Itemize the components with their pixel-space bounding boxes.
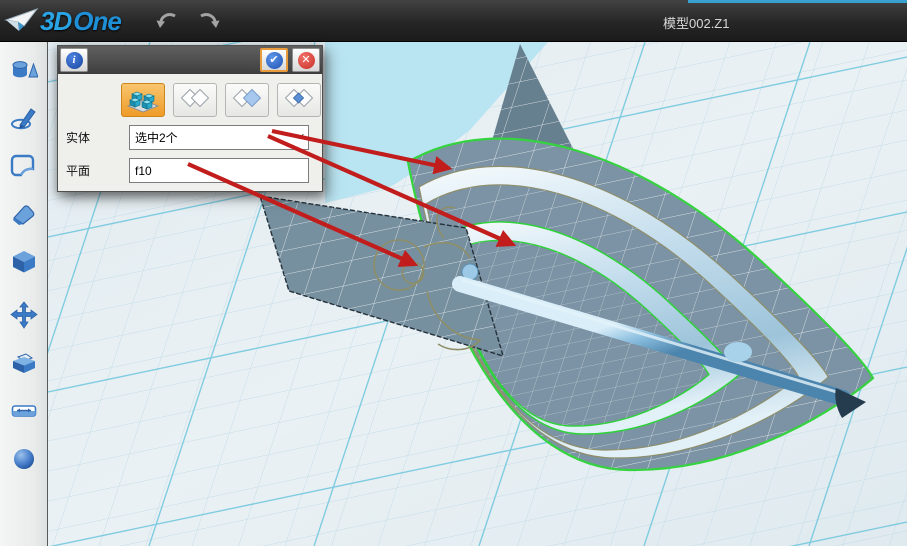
- plane-input[interactable]: [129, 158, 309, 183]
- boolean-mode-row: [121, 83, 322, 117]
- dialog-cancel-button[interactable]: ✕: [292, 48, 320, 72]
- field-row-solids: 实体 选中2个 ˅: [66, 125, 322, 150]
- combine-dialog: i ✔ ✕: [57, 45, 323, 192]
- top-accent-strip: [688, 0, 907, 3]
- mode-button-intersect[interactable]: [277, 83, 321, 117]
- feature-cube-icon: [10, 248, 38, 276]
- sidebar-item-eraser[interactable]: [0, 192, 47, 236]
- combine-base-icon: [125, 85, 161, 115]
- confirm-check-icon: ✔: [266, 52, 283, 69]
- union-icon: [178, 87, 212, 113]
- logo-text-one: One: [73, 4, 121, 38]
- sketch-surface-icon: [10, 152, 38, 180]
- dialog-titlebar: i ✔ ✕: [58, 46, 322, 74]
- primitive-solids-icon: [10, 56, 38, 84]
- dialog-confirm-button[interactable]: ✔: [260, 48, 288, 72]
- move-icon: [10, 301, 38, 329]
- material-sphere-icon: [10, 445, 38, 473]
- field-row-plane: 平面: [66, 158, 322, 183]
- sidebar-item-sketch-draw[interactable]: [0, 96, 47, 140]
- measure-icon: [10, 397, 38, 425]
- app-logo: 3D One: [4, 4, 121, 38]
- subtract-icon: [230, 87, 264, 113]
- chevron-down-icon: ˅: [295, 132, 304, 143]
- document-title: 模型002.Z1: [663, 13, 729, 32]
- solids-dropdown-value: 选中2个: [135, 129, 178, 146]
- combine-box-icon: [10, 349, 38, 377]
- title-bar: 3D One 模型002.Z1: [0, 0, 907, 42]
- sidebar-item-combine[interactable]: [0, 341, 47, 385]
- undo-icon: [155, 9, 179, 33]
- cancel-x-icon: ✕: [298, 52, 315, 69]
- sidebar-item-measure[interactable]: [0, 389, 47, 433]
- undo-button[interactable]: [152, 8, 182, 34]
- sketch-draw-icon: [10, 104, 38, 132]
- sidebar-item-material[interactable]: [0, 437, 47, 481]
- sidebar-item-move[interactable]: [0, 293, 47, 337]
- solids-dropdown[interactable]: 选中2个 ˅: [129, 125, 309, 150]
- sidebar-item-sketch-surface[interactable]: [0, 144, 47, 188]
- app-window: 3D One 模型002.Z1: [0, 0, 907, 546]
- sidebar-item-primitive-solids[interactable]: [0, 48, 47, 92]
- paper-plane-icon: [4, 4, 40, 38]
- dialog-info-button[interactable]: i: [60, 48, 88, 72]
- plane-field-label: 平面: [66, 162, 129, 179]
- intersect-icon: [282, 87, 316, 113]
- sidebar-item-feature-cube[interactable]: [0, 240, 47, 284]
- mode-button-subtract[interactable]: [225, 83, 269, 117]
- eraser-icon: [10, 200, 38, 228]
- tool-sidebar: [0, 42, 48, 546]
- solids-field-label: 实体: [66, 129, 129, 146]
- rod-bead: [724, 342, 752, 362]
- info-icon: i: [66, 52, 83, 69]
- redo-button[interactable]: [194, 8, 224, 34]
- mode-button-union[interactable]: [173, 83, 217, 117]
- mode-button-combine-base[interactable]: [121, 83, 165, 117]
- logo-text-3d: 3D: [40, 4, 71, 38]
- redo-icon: [197, 9, 221, 33]
